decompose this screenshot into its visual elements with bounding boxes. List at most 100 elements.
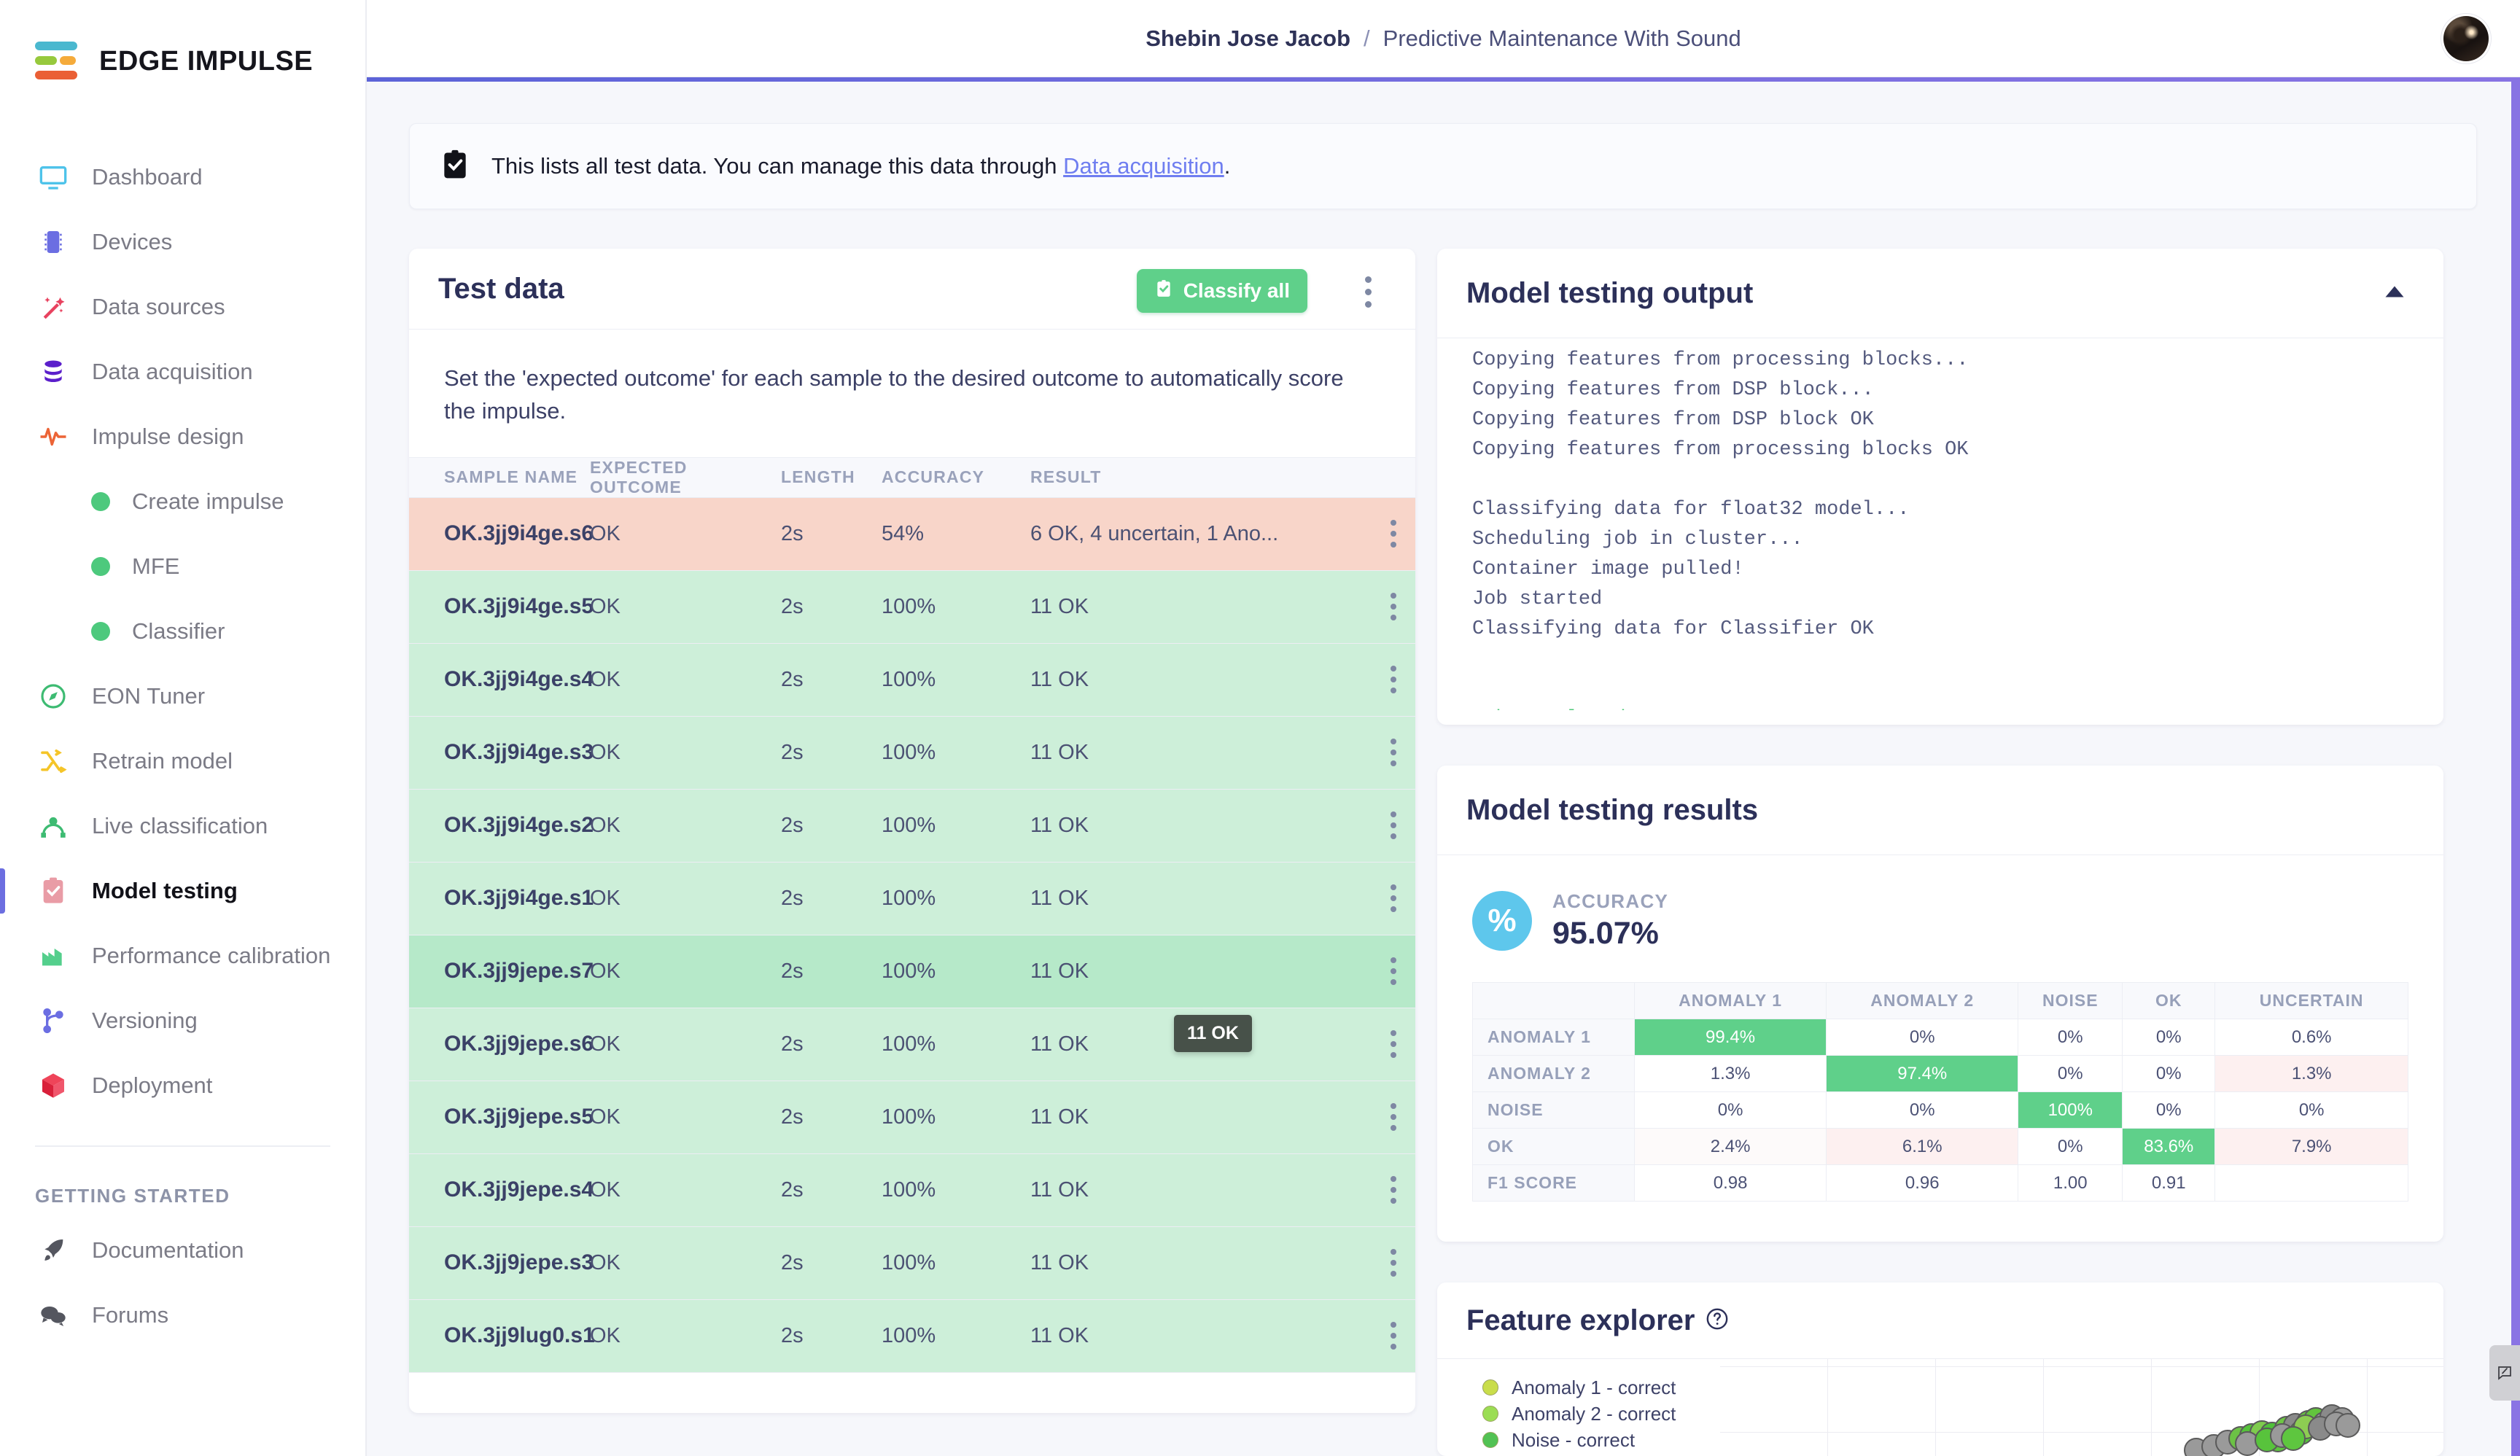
chat-icon xyxy=(35,1297,71,1334)
cell-length: 2s xyxy=(781,521,804,545)
cell-length: 2s xyxy=(781,667,804,691)
database-icon xyxy=(35,354,71,390)
sidebar-item-deployment[interactable]: Deployment xyxy=(0,1053,365,1118)
row-menu-icon[interactable] xyxy=(1372,811,1415,839)
brand-logo[interactable]: EDGE IMPULSE xyxy=(0,0,365,87)
sidebar-item-eon-tuner[interactable]: EON Tuner xyxy=(0,663,365,728)
box-icon xyxy=(35,1067,71,1104)
row-menu-icon[interactable] xyxy=(1372,520,1415,548)
cell-result[interactable]: 11 OK xyxy=(1030,814,1372,838)
cell-expected-outcome[interactable]: OK xyxy=(590,1324,781,1348)
breadcrumb-project[interactable]: Predictive Maintenance With Sound xyxy=(1383,26,1741,52)
table-row[interactable]: OK.3jj9jepe.s3 OK 2s 100% 11 OK xyxy=(409,1226,1415,1300)
cell-expected-outcome[interactable]: OK xyxy=(590,887,781,911)
table-row[interactable]: OK.3jj9i4ge.s1 OK 2s 100% 11 OK xyxy=(409,862,1415,935)
sidebar-item-devices[interactable]: Devices xyxy=(0,209,365,274)
cell-expected-outcome[interactable]: OK xyxy=(590,1178,781,1202)
sidebar-item-retrain-model[interactable]: Retrain model xyxy=(0,728,365,793)
table-row[interactable]: OK.3jj9jepe.s6 OK 2s 100% 11 OK xyxy=(409,1008,1415,1081)
cell-expected-outcome[interactable]: OK xyxy=(590,595,781,619)
row-menu-icon[interactable] xyxy=(1372,957,1415,985)
cm-cell: 6.1% xyxy=(1826,1128,2019,1165)
table-row[interactable]: OK.3jj9i4ge.s2 OK 2s 100% 11 OK xyxy=(409,789,1415,863)
legend-item[interactable]: Anomaly 2 - correct xyxy=(1482,1401,1676,1426)
row-menu-icon[interactable] xyxy=(1372,666,1415,693)
table-row[interactable]: OK.3jj9i4ge.s4 OK 2s 100% 11 OK xyxy=(409,643,1415,717)
sidebar-item-data-acquisition[interactable]: Data acquisition xyxy=(0,339,365,404)
sidebar-item-data-sources[interactable]: Data sources xyxy=(0,274,365,339)
cell-result[interactable]: 11 OK xyxy=(1030,595,1372,619)
legend-label: Noise - correct xyxy=(1512,1428,1636,1451)
sidebar-subitem-create-impulse[interactable]: Create impulse xyxy=(0,469,365,534)
classify-all-button[interactable]: Classify all xyxy=(1136,269,1307,313)
cell-result[interactable]: 11 OK xyxy=(1030,668,1372,692)
sidebar-item-live-classification[interactable]: Live classification xyxy=(0,793,365,858)
compass-icon xyxy=(35,678,71,715)
cell-expected-outcome[interactable]: OK xyxy=(590,668,781,692)
cell-expected-outcome[interactable]: OK xyxy=(590,741,781,765)
cell-sample-name: OK.3jj9jepe.s3 xyxy=(444,1250,594,1274)
row-menu-icon[interactable] xyxy=(1372,1103,1415,1131)
column-header-sample-name: SAMPLE NAME xyxy=(444,467,578,486)
row-menu-icon[interactable] xyxy=(1372,1030,1415,1058)
test-data-table-body: OK.3jj9i4ge.s6 OK 2s 54% 6 OK, 4 uncertain, … xyxy=(409,497,1415,1373)
cell-result[interactable]: 11 OK xyxy=(1030,1178,1372,1202)
cell-result[interactable]: 11 OK xyxy=(1030,959,1372,984)
feature-explorer-scatter-plot[interactable] xyxy=(1720,1359,2443,1456)
sidebar-item-model-testing[interactable]: Model testing xyxy=(0,858,365,923)
cell-sample-name: OK.3jj9i4ge.s1 xyxy=(444,886,594,910)
chevron-up-icon[interactable] xyxy=(2384,284,2406,303)
table-row[interactable]: OK.3jj9jepe.s4 OK 2s 100% 11 OK xyxy=(409,1153,1415,1227)
accuracy-value: 95.07% xyxy=(1552,916,1659,951)
cell-sample-name: OK.3jj9i4ge.s3 xyxy=(444,740,594,764)
table-row[interactable]: OK.3jj9i4ge.s5 OK 2s 100% 11 OK xyxy=(409,570,1415,644)
cell-expected-outcome[interactable]: OK xyxy=(590,814,781,838)
cell-accuracy: 100% xyxy=(882,1323,936,1347)
column-header-accuracy: ACCURACY xyxy=(882,467,985,486)
row-menu-icon[interactable] xyxy=(1372,1249,1415,1277)
sidebar-item-performance-calibration[interactable]: Performance calibration xyxy=(0,923,365,988)
question-circle-icon[interactable] xyxy=(1705,1307,1730,1335)
cell-result[interactable]: 11 OK xyxy=(1030,887,1372,911)
avatar[interactable] xyxy=(2443,16,2489,61)
legend-item[interactable]: Anomaly 1 - correct xyxy=(1482,1375,1676,1400)
log-line: Copying features from DSP block... xyxy=(1472,379,1874,402)
legend-swatch-icon xyxy=(1482,1432,1498,1448)
cell-result[interactable]: 11 OK xyxy=(1030,741,1372,765)
legend-item[interactable]: Noise - correct xyxy=(1482,1428,1676,1452)
sidebar-item-forums[interactable]: Forums xyxy=(0,1282,365,1347)
sidebar-item-dashboard[interactable]: Dashboard xyxy=(0,144,365,209)
log-line-completed: Job completed xyxy=(1472,704,2443,710)
cell-result[interactable]: 6 OK, 4 uncertain, 1 Ano... xyxy=(1030,522,1372,546)
table-row[interactable]: OK.3jj9jepe.s7 OK 2s 100% 11 OK xyxy=(409,935,1415,1008)
table-row[interactable]: OK.3jj9i4ge.s6 OK 2s 54% 6 OK, 4 uncertain, … xyxy=(409,497,1415,571)
table-row[interactable]: OK.3jj9jepe.s5 OK 2s 100% 11 OK xyxy=(409,1081,1415,1154)
cell-result[interactable]: 11 OK xyxy=(1030,1105,1372,1129)
row-menu-icon[interactable] xyxy=(1372,884,1415,912)
sidebar-subitem-mfe[interactable]: MFE xyxy=(0,534,365,599)
row-menu-icon[interactable] xyxy=(1372,1322,1415,1350)
sidebar-item-impulse-design[interactable]: Impulse design xyxy=(0,404,365,469)
row-menu-icon[interactable] xyxy=(1372,739,1415,766)
test-data-menu-icon[interactable] xyxy=(1365,276,1372,308)
cell-expected-outcome[interactable]: OK xyxy=(590,522,781,546)
cell-expected-outcome[interactable]: OK xyxy=(590,1251,781,1275)
sidebar-item-versioning[interactable]: Versioning xyxy=(0,988,365,1053)
table-row[interactable]: OK.3jj9i4ge.s3 OK 2s 100% 11 OK xyxy=(409,716,1415,790)
cell-result[interactable]: 11 OK xyxy=(1030,1324,1372,1348)
feedback-icon[interactable] xyxy=(2489,1345,2520,1401)
row-menu-icon[interactable] xyxy=(1372,1176,1415,1204)
cell-result[interactable]: 11 OK xyxy=(1030,1251,1372,1275)
cm-cell: 0% xyxy=(1826,1019,2019,1056)
cell-expected-outcome[interactable]: OK xyxy=(590,959,781,984)
cell-expected-outcome[interactable]: OK xyxy=(590,1032,781,1056)
cell-expected-outcome[interactable]: OK xyxy=(590,1105,781,1129)
cell-accuracy: 100% xyxy=(882,813,936,837)
sidebar-item-documentation[interactable]: Documentation xyxy=(0,1218,365,1282)
data-acquisition-link[interactable]: Data acquisition xyxy=(1063,153,1224,179)
table-row[interactable]: OK.3jj9lug0.s1 OK 2s 100% 11 OK xyxy=(409,1299,1415,1373)
column-header-expected-outcome: EXPECTED OUTCOME xyxy=(590,457,688,497)
sidebar-subitem-classifier[interactable]: Classifier xyxy=(0,599,365,663)
row-menu-icon[interactable] xyxy=(1372,593,1415,620)
breadcrumb-owner[interactable]: Shebin Jose Jacob xyxy=(1146,26,1350,52)
